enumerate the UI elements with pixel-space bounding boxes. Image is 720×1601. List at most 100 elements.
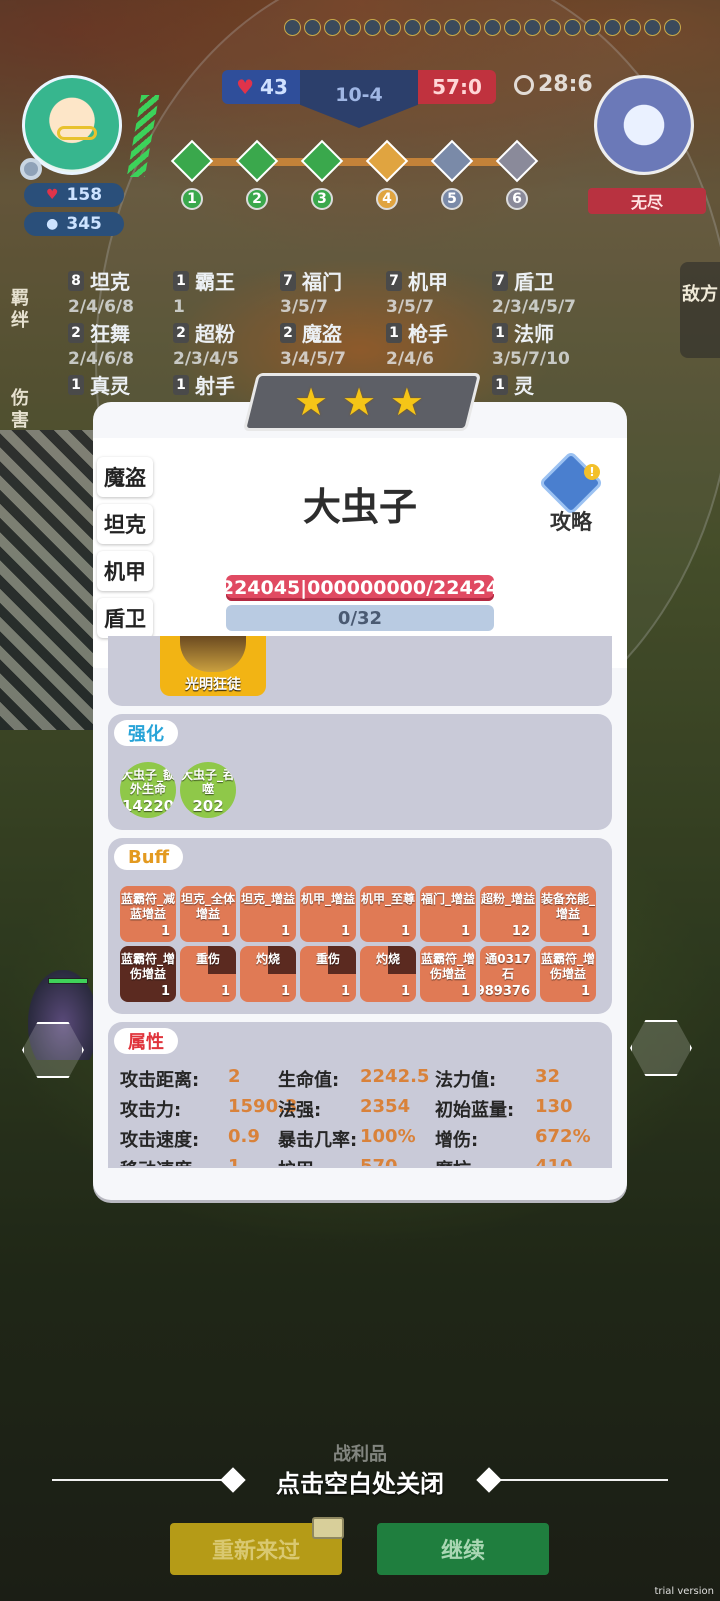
enhance-panel: 强化 大虫子_额外生命 14220 大虫子_吞噬 202 [108, 714, 612, 830]
stage-number: 5 [441, 188, 463, 210]
buff-item[interactable]: 灼烧 1 [360, 946, 416, 1002]
board-unit-hp-bar [48, 978, 88, 984]
guide-label: 攻略 [550, 510, 592, 534]
slot-icon [404, 18, 421, 36]
buff-item[interactable]: 机甲_增益 1 [300, 886, 356, 942]
stage-2: 2 [235, 139, 279, 210]
player-score: ♥ 43 [222, 70, 302, 104]
buff-item-value: 1 [220, 924, 230, 939]
opponent-avatar[interactable] [594, 75, 694, 175]
trait-item[interactable]: 7 盾卫 2/3/4/5/7 [492, 266, 602, 317]
round-timer: 28:6 [514, 72, 593, 97]
buff-item[interactable]: 机甲_至尊 1 [360, 886, 416, 942]
slot-icon [584, 18, 601, 36]
trait-item[interactable]: 1 枪手 2/4/6 [386, 318, 496, 369]
buff-item-label: 重伤 [195, 952, 220, 966]
buff-item-label: 重伤 [315, 952, 340, 966]
buff-item[interactable]: 蓝霸符_增伤增益 1 [540, 946, 596, 1002]
buff-item[interactable]: 蓝霸符_减蓝增益 1 [120, 886, 176, 942]
buff-item[interactable]: 灼烧 1 [240, 946, 296, 1002]
buff-item[interactable]: 重伤 1 [180, 946, 236, 1002]
unit-trait-tab[interactable]: 魔盗 [97, 457, 153, 497]
slot-icon [524, 18, 541, 36]
buff-item[interactable]: 通0317石 853989376 [480, 946, 536, 1002]
tab-enemy[interactable]: 敌方 [680, 262, 720, 358]
trait-item[interactable]: 1 霸王 1 [173, 266, 283, 317]
trait-item[interactable]: 8 坦克 2/4/6/8 [68, 266, 178, 317]
trait-item[interactable]: 1灵 [492, 370, 602, 399]
stage-3: 3 [300, 139, 344, 210]
attribute-row: 攻击距离: 2 生命值: 2242.5 法力值: 32 [120, 1066, 600, 1094]
item-name: 光明狂徒 [185, 677, 241, 693]
buff-item[interactable]: 重伤 1 [300, 946, 356, 1002]
buff-item-label: 灼烧 [375, 952, 400, 966]
trait-item[interactable]: 1 真灵 [68, 370, 178, 399]
trait-item[interactable]: 2 超粉 2/3/4/5 [173, 318, 283, 369]
enhance-item[interactable]: 大虫子_额外生命 14220 [120, 762, 176, 818]
trait-levels: 2/4/6/8 [68, 349, 134, 369]
slot-icon [604, 18, 621, 36]
trait-name: 狂舞 [90, 322, 130, 346]
buff-item[interactable]: 蓝霸符_增伤增益 1 [120, 946, 176, 1002]
video-ad-icon [312, 1517, 344, 1539]
buff-item-value: 1 [340, 924, 350, 939]
retry-button[interactable]: 重新来过 [170, 1517, 344, 1575]
slot-icon [444, 18, 461, 36]
buff-item[interactable]: 坦克_全体增益 1 [180, 886, 236, 942]
slot-icon [304, 18, 321, 36]
guide-button[interactable]: ! 攻略 [536, 450, 606, 534]
attribute-value: 2242.5 [360, 1066, 430, 1087]
glasses-icon [57, 126, 97, 140]
buff-item[interactable]: 福门_增益 1 [420, 886, 476, 942]
continue-button[interactable]: 继续 [377, 1523, 549, 1575]
attribute-key: 生命值: [278, 1070, 340, 1091]
star-icon: ★ [341, 380, 377, 424]
continue-label: 继续 [440, 1539, 485, 1564]
stage-5: 5 [430, 139, 474, 210]
stage-number: 4 [376, 188, 398, 210]
unit-trait-tab[interactable]: 盾卫 [97, 598, 153, 638]
trait-count: 1 [68, 374, 84, 395]
buff-item-value: 1 [580, 924, 590, 939]
slot-icon [384, 18, 401, 36]
buff-item[interactable]: 蓝霸符_增伤增益 1 [420, 946, 476, 1002]
buff-item-label: 灼烧 [255, 952, 280, 966]
unit-trait-tab[interactable]: 坦克 [97, 504, 153, 544]
attribute-key: 攻击力: [120, 1100, 182, 1121]
tab-damage[interactable]: 伤害 [8, 388, 32, 432]
trait-item[interactable]: 2 狂舞 2/4/6/8 [68, 318, 178, 369]
gear-icon[interactable] [20, 158, 42, 180]
trait-name: 盾卫 [514, 270, 554, 294]
tab-lineup[interactable]: 羁绊 [8, 288, 32, 332]
attribute-value: 2 [228, 1066, 241, 1087]
trait-item[interactable]: 7 机甲 3/5/7 [386, 266, 496, 317]
close-hint[interactable]: 点击空白处关闭 [0, 1460, 720, 1500]
trait-item[interactable]: 2 魔盗 3/4/5/7 [280, 318, 390, 369]
trait-item[interactable]: 7 福门 3/5/7 [280, 266, 390, 317]
attribute-value: 100% [360, 1126, 416, 1147]
trait-name: 霸王 [195, 270, 235, 294]
stage-gem-icon [170, 139, 214, 183]
buff-item[interactable]: 超粉_增益 12 [480, 886, 536, 942]
equipment-item[interactable]: 光明狂徒 [160, 636, 266, 696]
buff-item-label: 机甲_增益 [300, 892, 355, 906]
trait-levels: 3/5/7 [280, 297, 328, 317]
trait-item[interactable]: 1 法师 3/5/7/10 [492, 318, 602, 369]
buff-item[interactable]: 坦克_增益 1 [240, 886, 296, 942]
stage-1: 1 [170, 139, 214, 210]
clock-icon [514, 74, 534, 95]
timer-value: 28:6 [538, 72, 593, 97]
buff-item-label: 坦克_增益 [240, 892, 295, 906]
trait-count: 1 [386, 322, 402, 343]
buff-title: Buff [114, 844, 184, 870]
close-hint-text: 点击空白处关闭 [276, 1470, 444, 1498]
heart-icon: ♥ [45, 187, 59, 203]
unit-trait-tab[interactable]: 机甲 [97, 551, 153, 591]
trait-count: 1 [173, 270, 189, 291]
enhance-item[interactable]: 大虫子_吞噬 202 [180, 762, 236, 818]
slot-icon [644, 18, 661, 36]
buff-item-value: 1 [460, 984, 470, 999]
trait-count: 2 [173, 322, 189, 343]
buff-item[interactable]: 装备充能_增益 1 [540, 886, 596, 942]
attribute-value: 1 [228, 1156, 241, 1166]
